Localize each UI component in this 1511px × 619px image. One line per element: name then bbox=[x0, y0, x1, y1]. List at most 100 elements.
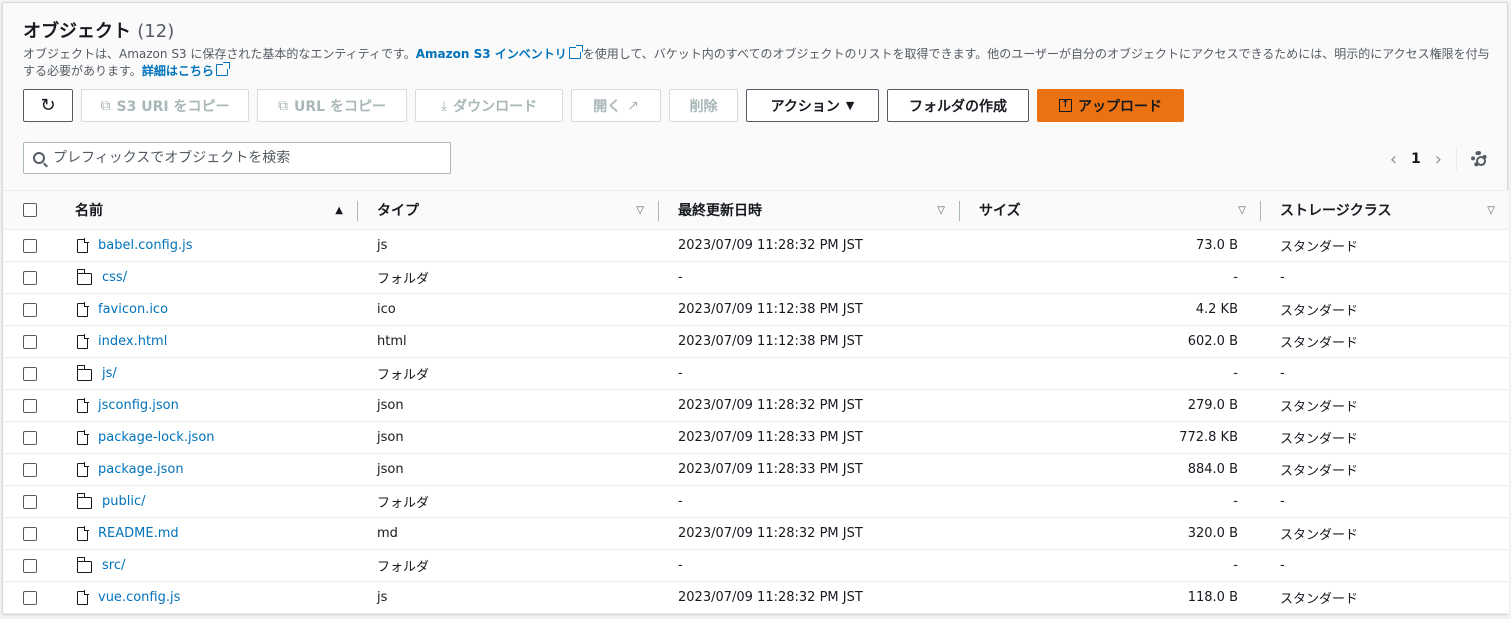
external-link-icon bbox=[568, 45, 583, 59]
file-icon bbox=[77, 429, 89, 445]
size-cell: 73.0 B bbox=[1196, 238, 1238, 253]
storage-class-cell: スタンダード bbox=[1280, 240, 1359, 255]
toolbar: ↻ ⧉ S3 URI をコピー ⧉ URL をコピー ⤓ ダウンロード 開く ↗… bbox=[23, 89, 1184, 122]
open-label: 開く bbox=[593, 98, 622, 115]
name-cell: package.json bbox=[55, 454, 357, 486]
folder-icon bbox=[76, 556, 92, 573]
storage-class-cell: スタンダード bbox=[1280, 464, 1359, 479]
row-checkbox[interactable] bbox=[23, 462, 37, 477]
select-all-cell bbox=[3, 191, 55, 230]
row-checkbox[interactable] bbox=[23, 398, 37, 413]
storage-class-cell: - bbox=[1280, 366, 1285, 381]
object-link[interactable]: index.html bbox=[98, 334, 167, 349]
refresh-button[interactable]: ↻ bbox=[23, 89, 73, 122]
column-name[interactable]: 名前 ▲ bbox=[55, 191, 357, 230]
row-checkbox[interactable] bbox=[23, 526, 37, 541]
copy-url-label: URL をコピー bbox=[294, 98, 386, 115]
row-checkbox[interactable] bbox=[23, 334, 37, 349]
object-link[interactable]: js/ bbox=[102, 366, 117, 381]
caret-down-icon: ▼ bbox=[845, 99, 855, 112]
delete-label: 削除 bbox=[689, 98, 718, 115]
select-all-checkbox[interactable] bbox=[23, 203, 37, 217]
next-page-icon[interactable]: › bbox=[1435, 149, 1442, 170]
column-divider bbox=[1260, 201, 1261, 221]
download-button[interactable]: ⤓ ダウンロード bbox=[415, 89, 563, 122]
storage-class-cell: - bbox=[1280, 494, 1285, 509]
delete-button[interactable]: 削除 bbox=[669, 89, 738, 122]
modified-cell: 2023/07/09 11:28:33 PM JST bbox=[678, 462, 863, 477]
folder-icon bbox=[76, 268, 92, 285]
table-row[interactable]: public/フォルダ - - - bbox=[3, 485, 1509, 518]
table-row[interactable]: favicon.ico ico 2023/07/09 11:12:38 PM JST… bbox=[3, 293, 1509, 326]
object-link[interactable]: public/ bbox=[102, 494, 146, 509]
object-link[interactable]: favicon.ico bbox=[98, 302, 168, 317]
open-button[interactable]: 開く ↗ bbox=[571, 89, 661, 122]
external-link-icon bbox=[215, 62, 230, 76]
object-link[interactable]: package-lock.json bbox=[98, 430, 215, 445]
table-row[interactable]: package-lock.json json 2023/07/09 11:28:33… bbox=[3, 421, 1509, 454]
row-checkbox[interactable] bbox=[23, 590, 37, 605]
search-icon bbox=[33, 152, 45, 164]
object-link[interactable]: README.md bbox=[98, 526, 179, 541]
object-link[interactable]: vue.config.js bbox=[98, 590, 180, 605]
column-size[interactable]: サイズ ▽ bbox=[959, 191, 1260, 230]
file-icon bbox=[77, 461, 89, 477]
table-row[interactable]: index.html html 2023/07/09 11:12:38 PM JST… bbox=[3, 325, 1509, 358]
object-link[interactable]: package.json bbox=[98, 462, 184, 477]
size-cell: - bbox=[1233, 270, 1238, 285]
upload-button[interactable]: ↑ アップロード bbox=[1037, 89, 1184, 122]
modified-cell: - bbox=[678, 366, 683, 381]
row-checkbox[interactable] bbox=[23, 270, 37, 285]
row-checkbox[interactable] bbox=[23, 558, 37, 573]
column-divider bbox=[658, 201, 659, 221]
file-icon bbox=[77, 237, 89, 253]
table-row[interactable]: css/フォルダ - - - bbox=[3, 261, 1509, 294]
column-modified[interactable]: 最終更新日時 ▽ bbox=[658, 191, 959, 230]
object-link[interactable]: jsconfig.json bbox=[98, 398, 179, 413]
sort-icon: ▽ bbox=[1487, 204, 1495, 216]
row-checkbox[interactable] bbox=[23, 494, 37, 509]
file-icon bbox=[77, 397, 89, 413]
create-folder-button[interactable]: フォルダの作成 bbox=[887, 89, 1029, 122]
table-row[interactable]: jsconfig.json json 2023/07/09 11:28:32 PM … bbox=[3, 389, 1509, 422]
row-checkbox[interactable] bbox=[23, 302, 37, 317]
table-row[interactable]: babel.config.js js 2023/07/09 11:28:32 PM … bbox=[3, 229, 1509, 262]
object-link[interactable]: css/ bbox=[102, 270, 127, 285]
size-cell: 4.2 KB bbox=[1195, 302, 1238, 317]
inventory-link[interactable]: Amazon S3 インベントリ bbox=[416, 47, 567, 61]
row-checkbox[interactable] bbox=[23, 238, 37, 253]
table-row[interactable]: vue.config.js js 2023/07/09 11:28:32 PM JS… bbox=[3, 581, 1509, 614]
sort-ascending-icon: ▲ bbox=[335, 204, 343, 216]
actions-dropdown[interactable]: アクション ▼ bbox=[746, 89, 879, 122]
learn-more-link[interactable]: 詳細はこちら bbox=[142, 64, 214, 78]
copy-url-button[interactable]: ⧉ URL をコピー bbox=[257, 89, 407, 122]
table-row[interactable]: js/フォルダ - - - bbox=[3, 357, 1509, 390]
prev-page-icon[interactable]: ‹ bbox=[1390, 149, 1397, 170]
copy-icon: ⧉ bbox=[100, 97, 111, 114]
upload-icon: ↑ bbox=[1059, 99, 1072, 112]
row-select-cell bbox=[3, 486, 55, 518]
size-cell: 279.0 B bbox=[1187, 398, 1238, 413]
table-row[interactable]: src/フォルダ - - - bbox=[3, 549, 1509, 582]
storage-class-cell: スタンダード bbox=[1280, 432, 1359, 447]
object-link[interactable]: src/ bbox=[102, 558, 125, 573]
modified-cell: - bbox=[678, 494, 683, 509]
current-page[interactable]: 1 bbox=[1411, 151, 1421, 167]
row-select-cell bbox=[3, 230, 55, 262]
name-cell: vue.config.js bbox=[55, 582, 357, 614]
row-select-cell bbox=[3, 582, 55, 614]
gear-icon[interactable] bbox=[1471, 151, 1487, 167]
column-type[interactable]: タイプ ▽ bbox=[357, 191, 658, 230]
row-checkbox[interactable] bbox=[23, 430, 37, 445]
modified-cell: 2023/07/09 11:12:38 PM JST bbox=[678, 302, 863, 317]
type-cell: json bbox=[377, 430, 404, 445]
row-checkbox[interactable] bbox=[23, 366, 37, 381]
column-storage[interactable]: ストレージクラス ▽ bbox=[1260, 191, 1509, 230]
object-link[interactable]: babel.config.js bbox=[98, 238, 193, 253]
copy-s3-uri-button[interactable]: ⧉ S3 URI をコピー bbox=[81, 89, 249, 122]
search-input[interactable] bbox=[53, 150, 433, 166]
table-row[interactable]: package.json json 2023/07/09 11:28:33 PM J… bbox=[3, 453, 1509, 486]
size-cell: 772.8 KB bbox=[1179, 430, 1238, 445]
table-row[interactable]: README.md md 2023/07/09 11:28:32 PM JST 320… bbox=[3, 517, 1509, 550]
name-cell: favicon.ico bbox=[55, 294, 357, 326]
